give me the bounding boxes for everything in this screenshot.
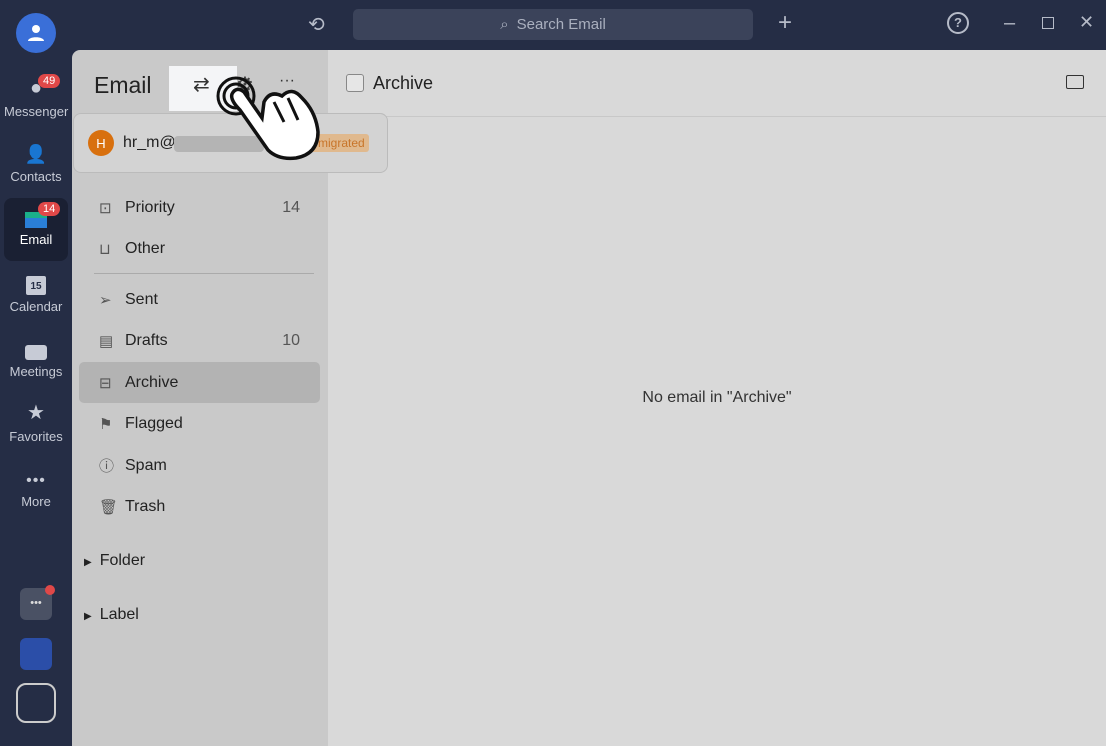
- more-icon: •••: [26, 472, 46, 489]
- popout-icon[interactable]: [1066, 75, 1084, 89]
- add-shortcut[interactable]: [16, 683, 56, 723]
- maximize-icon[interactable]: [1042, 17, 1054, 29]
- message-list: Archive No email in "Archive": [328, 50, 1106, 746]
- app-shortcut[interactable]: [20, 638, 52, 670]
- rail-email[interactable]: 14 Email: [4, 198, 68, 261]
- user-avatar[interactable]: [16, 13, 56, 53]
- draft-icon: ▤: [99, 332, 114, 350]
- panel-title: Email: [94, 72, 152, 98]
- label-group-toggle[interactable]: ▶ Label: [84, 606, 139, 624]
- folder-sent[interactable]: ➢ Sent: [79, 279, 320, 320]
- rail-calendar[interactable]: 15 Calendar: [4, 265, 68, 327]
- folder-spam[interactable]: ⓘ Spam: [79, 445, 320, 486]
- caret-right-icon: ▶: [84, 557, 92, 568]
- caret-right-icon: ▶: [84, 611, 92, 622]
- account-email[interactable]: hr_m@: [123, 134, 176, 152]
- trash-icon: 🗑: [99, 498, 119, 516]
- account-avatar: H: [88, 130, 114, 156]
- folder-flagged[interactable]: ⚑ Flagged: [79, 403, 320, 444]
- switch-icon: ⇄: [193, 74, 210, 96]
- rail-more[interactable]: ••• More: [4, 460, 68, 522]
- spam-icon: ⓘ: [99, 458, 115, 475]
- add-icon[interactable]: +: [778, 9, 792, 37]
- folder-other[interactable]: ⊔ Other: [79, 228, 320, 269]
- flag-icon: ⚑: [99, 415, 113, 433]
- select-all-checkbox[interactable]: [346, 74, 364, 92]
- rail-meetings[interactable]: Meetings: [4, 330, 68, 392]
- list-header-title: Archive: [373, 73, 434, 93]
- close-icon[interactable]: ✕: [1079, 12, 1094, 33]
- calendar-icon: 15: [26, 276, 46, 295]
- video-icon: [25, 345, 47, 360]
- empty-state: No email in "Archive": [642, 389, 792, 406]
- apps-button[interactable]: •••: [20, 585, 55, 620]
- send-icon: ➢: [99, 291, 112, 309]
- archive-icon: ⊟: [99, 374, 112, 392]
- minimize-icon[interactable]: –: [1004, 12, 1015, 35]
- search-icon: ⌕: [500, 16, 509, 33]
- app-rail: ● 49 Messenger 👤 Contacts 14 Email 15 Calenda…: [0, 0, 72, 746]
- rail-contacts[interactable]: 👤 Contacts: [4, 135, 68, 197]
- divider: [328, 116, 1106, 117]
- rail-messenger[interactable]: ● 49 Messenger: [4, 70, 68, 132]
- folder-group-toggle[interactable]: ▶ Folder: [84, 552, 145, 570]
- history-icon[interactable]: ⟲: [308, 12, 325, 37]
- search-input[interactable]: ⌕ Search Email: [353, 9, 753, 40]
- pointer-hand-icon: [216, 76, 320, 161]
- star-icon: ★: [27, 402, 45, 424]
- priority-inbox-icon: ⊡: [99, 199, 112, 217]
- rail-favorites[interactable]: ★ Favorites: [4, 395, 68, 457]
- divider: [94, 273, 314, 274]
- folder-trash[interactable]: 🗑 Trash: [79, 486, 320, 527]
- help-icon[interactable]: ?: [947, 12, 969, 34]
- folder-priority[interactable]: ⊡ Priority 14: [79, 187, 320, 228]
- folder-archive[interactable]: ⊟ Archive: [79, 362, 320, 403]
- inbox-icon: ⊔: [99, 240, 111, 258]
- folder-drafts[interactable]: ▤ Drafts 10: [79, 320, 320, 361]
- contacts-icon: 👤: [24, 144, 48, 164]
